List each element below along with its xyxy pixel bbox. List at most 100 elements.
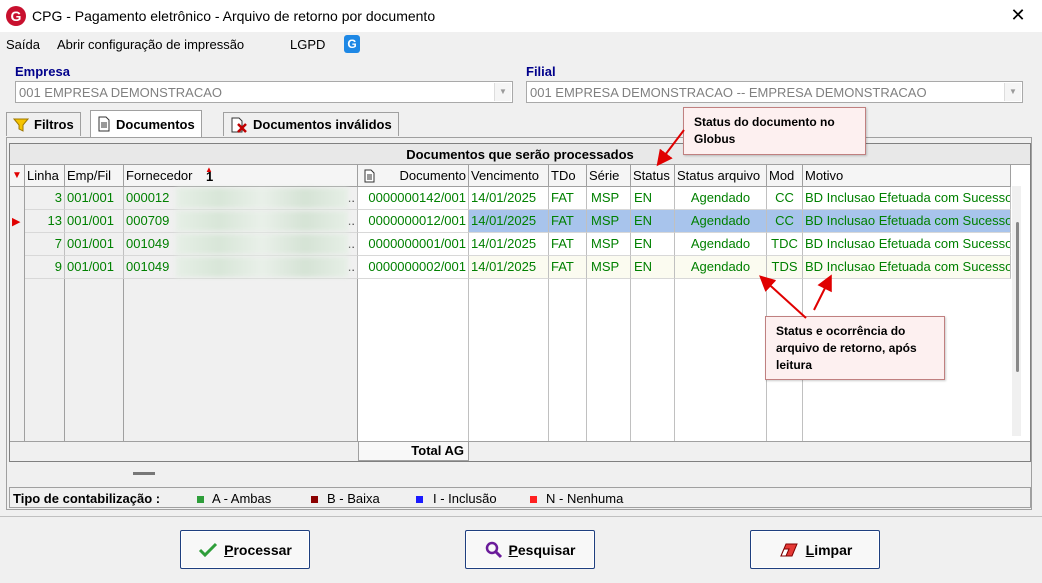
filial-combo[interactable]: 001 EMPRESA DEMONSTRACAO -- EMPRESA DEMO… <box>526 81 1023 103</box>
empresa-label: Empresa <box>15 64 70 79</box>
table-row-cell-documento[interactable]: 0000000002/001 <box>358 256 469 279</box>
documento-header-label: Documento <box>399 168 466 183</box>
table-row-cell-vencimento[interactable]: 14/01/2025 <box>469 256 549 279</box>
table-row-cell-vencimento[interactable]: 14/01/2025 <box>469 187 549 210</box>
table-row-cell-tdo[interactable]: FAT <box>549 187 587 210</box>
table-row-cell-status[interactable]: EN <box>631 256 675 279</box>
col-header-tdo[interactable]: TDo <box>549 165 587 187</box>
col-header-mod[interactable]: Mod <box>767 165 803 187</box>
tab-label: Documentos inválidos <box>253 117 392 132</box>
menu-item-print-config[interactable]: Abrir configuração de impressão <box>57 37 244 52</box>
table-row-cell-status-arquivo[interactable]: Agendado <box>675 233 767 256</box>
empresa-combo[interactable]: 001 EMPRESA DEMONSTRACAO ▼ <box>15 81 513 103</box>
filial-label: Filial <box>526 64 556 79</box>
col-header-motivo[interactable]: Motivo <box>803 165 1011 187</box>
tab-filtros[interactable]: Filtros <box>6 112 81 136</box>
table-row-cell-linha[interactable]: 13 <box>25 210 65 233</box>
empresa-value: 001 EMPRESA DEMONSTRACAO <box>19 85 222 100</box>
chevron-down-icon[interactable]: ▼ <box>1004 83 1021 101</box>
ellipsis: .. <box>347 236 355 251</box>
chevron-down-icon[interactable]: ▼ <box>494 83 511 101</box>
table-row-cell-serie[interactable]: MSP <box>587 187 631 210</box>
fornecedor-code: 000709 <box>126 213 170 228</box>
table-row-cell-vencimento[interactable]: 14/01/2025 <box>469 210 549 233</box>
table-row-cell-mod[interactable]: TDS <box>767 256 803 279</box>
table-row-cell-motivo[interactable]: BD Inclusao Efetuada com Sucesso <box>803 233 1011 256</box>
table-row-cell-serie[interactable]: MSP <box>587 256 631 279</box>
divider <box>0 516 1042 517</box>
fornecedor-code: 001049 <box>126 259 170 274</box>
table-row-cell-serie[interactable]: MSP <box>587 210 631 233</box>
filial-value: 001 EMPRESA DEMONSTRACAO -- EMPRESA DEMO… <box>530 85 927 100</box>
table-row-cell-mod[interactable]: CC <box>767 210 803 233</box>
table-row-cell-status-arquivo[interactable]: Agendado <box>675 187 767 210</box>
table-row-cell-status-arquivo[interactable]: Agendado <box>675 210 767 233</box>
table-row-cell-documento[interactable]: 0000000142/001 <box>358 187 469 210</box>
tab-documentos-invalidos[interactable]: Documentos inválidos <box>223 112 399 136</box>
search-icon <box>485 541 502 558</box>
table-row-cell-status[interactable]: EN <box>631 233 675 256</box>
app-logo-icon: G <box>6 6 26 26</box>
table-row-cell-motivo[interactable]: BD Inclusao Efetuada com Sucesso <box>803 210 1011 233</box>
funnel-icon <box>13 118 29 132</box>
table-row-cell-linha[interactable]: 9 <box>25 256 65 279</box>
col-header-vencimento[interactable]: Vencimento <box>469 165 549 187</box>
table-row-cell-mod[interactable]: TDC <box>767 233 803 256</box>
total-ag-label: Total AG <box>358 441 469 461</box>
legend-item-inclusao: I - Inclusão <box>433 491 497 506</box>
menu-item-lgpd[interactable]: LGPD <box>290 37 325 52</box>
col-header-status[interactable]: Status <box>631 165 675 187</box>
close-button[interactable]: ✕ <box>1006 4 1030 28</box>
table-row-cell-tdo[interactable]: FAT <box>549 210 587 233</box>
grid-caption: Documentos que serão processados <box>10 144 1030 165</box>
splitter-handle[interactable] <box>133 472 155 475</box>
table-row-cell-serie[interactable]: MSP <box>587 233 631 256</box>
table-row-cell-status[interactable]: EN <box>631 210 675 233</box>
processar-label: Processar <box>224 541 292 558</box>
table-row-cell-empfil[interactable]: 001/001 <box>65 256 124 279</box>
table-row-cell-documento[interactable]: 0000000012/001 <box>358 210 469 233</box>
table-row-cell-tdo[interactable]: FAT <box>549 256 587 279</box>
row-indicator-header: ▼ <box>10 165 25 187</box>
legend-item-baixa: B - Baixa <box>327 491 380 506</box>
processar-button[interactable]: Processar <box>180 530 310 569</box>
col-header-status-arquivo[interactable]: Status arquivo <box>675 165 767 187</box>
col-header-fornecedor[interactable]: Fornecedor ▲ 1 <box>124 165 358 187</box>
col-header-linha[interactable]: Linha <box>25 165 65 187</box>
title-bar: G CPG - Pagamento eletrônico - Arquivo d… <box>0 0 1042 32</box>
table-row-cell-empfil[interactable]: 001/001 <box>65 233 124 256</box>
col-header-empfil[interactable]: Emp/Fil <box>65 165 124 187</box>
tab-documentos[interactable]: Documentos <box>90 110 202 137</box>
callout-status-documento: Status do documento no Globus <box>683 107 866 155</box>
globus-g-icon[interactable]: G <box>344 35 360 53</box>
table-row-cell-linha[interactable]: 3 <box>25 187 65 210</box>
pesquisar-label: Pesquisar <box>508 541 576 558</box>
fornecedor-code: 001049 <box>126 236 170 251</box>
fornecedor-code: 000012 <box>126 190 170 205</box>
col-header-documento[interactable]: Documento <box>358 165 469 187</box>
table-row-cell-status-arquivo[interactable]: Agendado <box>675 256 767 279</box>
table-row-cell-linha[interactable]: 7 <box>25 233 65 256</box>
pesquisar-button[interactable]: Pesquisar <box>465 530 595 569</box>
col-header-serie[interactable]: Série <box>587 165 631 187</box>
limpar-button[interactable]: Limpar <box>750 530 880 569</box>
menu-item-saida[interactable]: Saída <box>6 37 40 52</box>
document-icon <box>364 169 375 183</box>
legend-bar: Tipo de contabilização : A - Ambas B - B… <box>9 487 1031 508</box>
fornecedor-header-label: Fornecedor <box>126 168 193 183</box>
table-row-cell-tdo[interactable]: FAT <box>549 233 587 256</box>
grid-footer <box>10 441 1030 461</box>
table-row-cell-motivo[interactable]: BD Inclusao Efetuada com Sucesso <box>803 187 1011 210</box>
table-row-cell-motivo[interactable]: BD Inclusao Efetuada com Sucesso <box>803 256 1011 279</box>
documents-grid[interactable]: Documentos que serão processados ▼ Linha… <box>9 143 1031 462</box>
table-row-cell-vencimento[interactable]: 14/01/2025 <box>469 233 549 256</box>
table-row-cell-empfil[interactable]: 001/001 <box>65 210 124 233</box>
table-row-cell-status[interactable]: EN <box>631 187 675 210</box>
table-row-cell-mod[interactable]: CC <box>767 187 803 210</box>
limpar-label: Limpar <box>805 541 853 558</box>
legend-color-swatch <box>530 496 537 503</box>
table-row-cell-empfil[interactable]: 001/001 <box>65 187 124 210</box>
scrollbar-thumb[interactable] <box>1016 222 1019 372</box>
callout-status-arquivo: Status e ocorrência do arquivo de retorn… <box>765 316 945 380</box>
table-row-cell-documento[interactable]: 0000000001/001 <box>358 233 469 256</box>
